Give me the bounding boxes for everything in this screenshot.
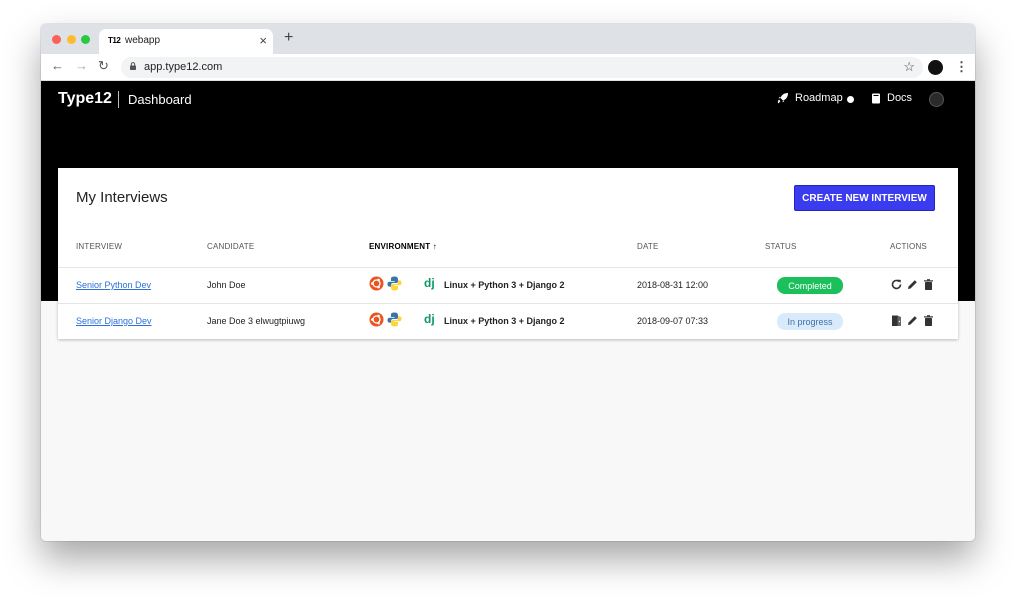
- book-icon: [872, 93, 880, 103]
- interview-date: 2018-08-31 12:00: [637, 280, 709, 290]
- svg-text:dj: dj: [424, 312, 435, 326]
- interview-link[interactable]: Senior Django Dev: [76, 316, 152, 326]
- browser-profile-avatar[interactable]: [928, 60, 943, 75]
- address-bar[interactable]: app.type12.com ☆: [121, 57, 923, 78]
- restart-icon[interactable]: [890, 278, 903, 291]
- bookmark-star-icon[interactable]: ☆: [903, 59, 915, 75]
- status-badge: Completed: [777, 277, 843, 294]
- environment-label: Linux + Python 3 + Django 2: [444, 316, 565, 326]
- edit-pencil-icon[interactable]: [906, 278, 919, 291]
- django-icon: dj: [424, 312, 435, 326]
- tab-close-button[interactable]: ×: [259, 33, 267, 48]
- forward-button[interactable]: →: [75, 58, 88, 73]
- roadmap-label: Roadmap: [795, 92, 843, 104]
- column-header-candidate[interactable]: CANDIDATE: [207, 242, 254, 251]
- column-header-actions: ACTIONS: [890, 242, 927, 251]
- create-interview-button[interactable]: CREATE NEW INTERVIEW: [794, 185, 935, 211]
- candidate-name: Jane Doe 3 elwugtpiuwg: [207, 316, 306, 326]
- svg-text:dj: dj: [424, 276, 435, 290]
- docs-link[interactable]: Docs: [871, 92, 912, 104]
- tab-title: webapp: [125, 35, 161, 46]
- docs-label: Docs: [887, 92, 913, 104]
- user-avatar[interactable]: [929, 92, 944, 107]
- python-icon: [387, 276, 402, 291]
- table-row: Senior Python Dev John Doe dj Linux + Py…: [58, 267, 958, 302]
- interview-date: 2018-09-07 07:33: [637, 316, 709, 326]
- favicon-icon: T12: [108, 36, 121, 45]
- delete-trash-icon[interactable]: [922, 278, 935, 291]
- ubuntu-icon: [369, 312, 384, 327]
- environment-label: Linux + Python 3 + Django 2: [444, 280, 565, 290]
- browser-tab[interactable]: T12 webapp ×: [99, 29, 273, 54]
- roadmap-link[interactable]: Roadmap: [777, 92, 843, 104]
- minimize-window-button[interactable]: [67, 35, 76, 44]
- brand-logo[interactable]: Type12: [58, 90, 112, 108]
- url-text: app.type12.com: [144, 61, 223, 73]
- edit-pencil-icon[interactable]: [906, 314, 919, 327]
- page-section-title: Dashboard: [128, 92, 192, 107]
- column-header-date[interactable]: DATE: [637, 242, 659, 251]
- django-icon: dj: [424, 276, 435, 290]
- status-badge: In progress: [777, 313, 843, 330]
- lock-icon: [130, 62, 136, 70]
- browser-window: T12 webapp × + ← → ↻ app.type12.com ☆ ⋮ …: [41, 24, 975, 541]
- column-header-status[interactable]: STATUS: [765, 242, 797, 251]
- environment-header-label: ENVIRONMENT: [369, 242, 431, 251]
- card-title: My Interviews: [76, 189, 168, 206]
- rocket-icon: [777, 93, 788, 104]
- browser-menu-button[interactable]: ⋮: [955, 59, 968, 75]
- maximize-window-button[interactable]: [81, 35, 90, 44]
- candidate-name: John Doe: [207, 280, 246, 290]
- table-row: Senior Django Dev Jane Doe 3 elwugtpiuwg…: [58, 303, 958, 338]
- interview-link[interactable]: Senior Python Dev: [76, 280, 151, 290]
- browser-toolbar: ← → ↻ app.type12.com ☆ ⋮: [41, 54, 975, 81]
- join-door-icon[interactable]: [890, 314, 903, 327]
- column-header-environment[interactable]: ENVIRONMENT ↑: [369, 242, 437, 251]
- reload-button[interactable]: ↻: [98, 58, 109, 74]
- new-tab-button[interactable]: +: [284, 29, 293, 47]
- delete-trash-icon[interactable]: [922, 314, 935, 327]
- app-page: Type12 Dashboard Roadmap Docs My Intervi…: [41, 81, 975, 541]
- notification-dot: [847, 96, 854, 103]
- interviews-card: My Interviews CREATE NEW INTERVIEW INTER…: [58, 168, 958, 339]
- ubuntu-icon: [369, 276, 384, 291]
- python-icon: [387, 312, 402, 327]
- brand-divider: [118, 91, 119, 108]
- close-window-button[interactable]: [52, 35, 61, 44]
- sort-ascending-icon: ↑: [432, 242, 437, 251]
- tab-strip: T12 webapp × +: [41, 24, 975, 54]
- back-button[interactable]: ←: [51, 58, 64, 73]
- column-header-interview[interactable]: INTERVIEW: [76, 242, 122, 251]
